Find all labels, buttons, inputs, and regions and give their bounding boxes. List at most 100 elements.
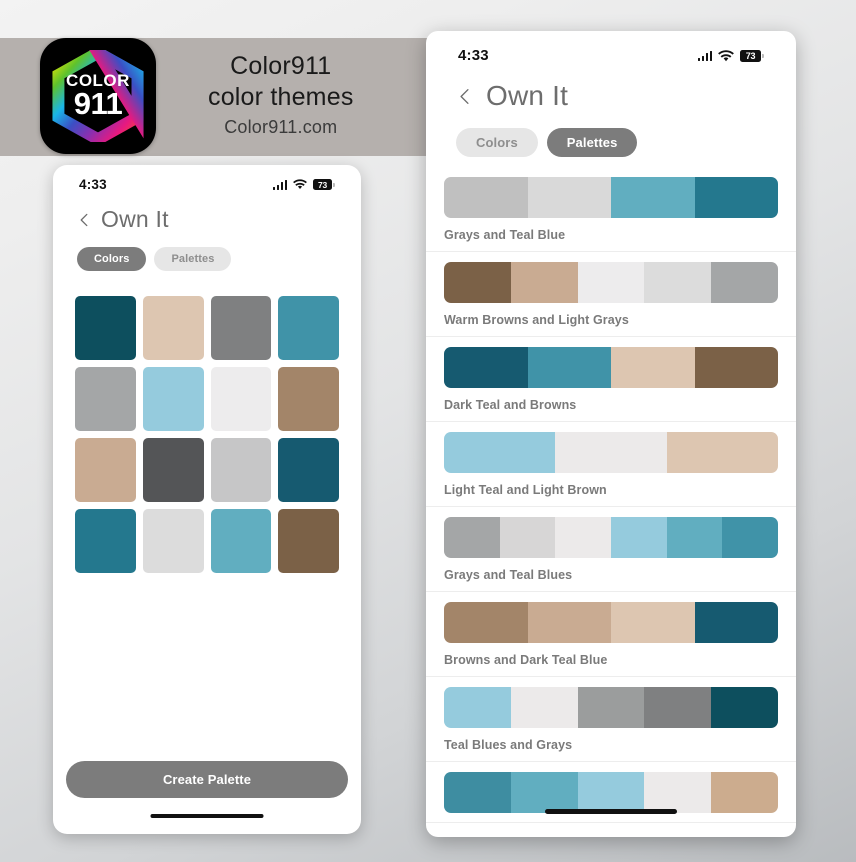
palette-strip[interactable] — [444, 432, 778, 473]
battery-icon: 73 — [313, 179, 335, 190]
palette-color-segment — [444, 687, 511, 728]
palette-color-segment — [527, 602, 611, 643]
home-indicator — [150, 813, 264, 818]
palette-label: Warm Browns and Light Grays — [444, 313, 629, 327]
cellular-signal-icon — [697, 50, 712, 61]
battery-icon: 73 — [740, 49, 764, 62]
tab-palettes[interactable]: Palettes — [154, 247, 232, 271]
chevron-left-icon[interactable] — [77, 213, 91, 227]
color-swatch[interactable] — [75, 438, 136, 502]
palette-color-segment — [722, 517, 778, 558]
palette-strip[interactable] — [444, 602, 778, 643]
banner-subtitle: color themes — [208, 82, 354, 111]
palette-row[interactable]: Grays and Teal Blues — [426, 507, 796, 592]
palette-color-segment — [510, 262, 578, 303]
tab-palettes[interactable]: Palettes — [546, 128, 638, 157]
palette-label: Teal Blues and Grays — [444, 738, 573, 752]
cellular-signal-icon — [272, 179, 287, 190]
color-swatch[interactable] — [142, 438, 204, 502]
palette-color-segment — [444, 602, 528, 643]
palette-strip[interactable] — [444, 347, 778, 388]
palette-strip[interactable] — [444, 177, 778, 218]
palette-strip[interactable] — [444, 687, 778, 728]
color-swatch[interactable] — [278, 367, 339, 431]
palette-color-segment — [444, 347, 528, 388]
color-swatch[interactable] — [75, 296, 136, 360]
palette-color-segment — [711, 687, 778, 728]
palette-color-segment — [555, 517, 612, 558]
create-palette-button[interactable]: Create Palette — [66, 761, 348, 798]
palette-row[interactable]: Dark Teal and Browns — [426, 337, 796, 422]
palette-color-segment — [611, 517, 667, 558]
color-swatch[interactable] — [278, 438, 339, 502]
palette-color-segment — [510, 772, 578, 813]
palette-label: Grays and Teal Blues — [444, 568, 573, 582]
phone-screenshot-colors: 4:33 73 Own It Colors Palettes Create Pa… — [53, 165, 361, 834]
color-swatch[interactable] — [75, 367, 136, 431]
palette-color-segment — [611, 602, 695, 643]
banner-url: Color911.com — [224, 117, 338, 138]
color-swatch[interactable] — [142, 509, 204, 573]
palette-color-segment — [694, 347, 778, 388]
color-swatch[interactable] — [210, 367, 272, 431]
palette-color-segment — [644, 687, 712, 728]
palette-color-segment — [666, 432, 778, 473]
palette-color-segment — [527, 347, 611, 388]
wifi-icon — [293, 179, 307, 190]
palette-color-segment — [577, 687, 645, 728]
palette-color-segment — [711, 262, 778, 303]
palette-color-segment — [444, 772, 511, 813]
palette-color-segment — [555, 432, 667, 473]
palette-color-segment — [644, 262, 712, 303]
palette-label: Light Teal and Light Brown — [444, 483, 607, 497]
palette-row[interactable]: Light Teal and Light Brown — [426, 422, 796, 507]
color-swatch[interactable] — [142, 367, 204, 431]
palette-row[interactable]: Warm Browns and Light Grays — [426, 252, 796, 337]
color-swatch-grid — [53, 271, 361, 573]
battery-level: 73 — [740, 49, 761, 62]
app-icon-line2: 911 — [73, 86, 123, 122]
palette-color-segment — [444, 432, 556, 473]
tab-colors[interactable]: Colors — [456, 128, 538, 157]
status-bar: 4:33 73 — [53, 165, 361, 192]
wifi-icon — [718, 49, 734, 61]
palette-list: Grays and Teal Blue Warm Browns and Light… — [426, 157, 796, 823]
tab-bar: Colors Palettes — [53, 233, 361, 271]
palette-color-segment — [577, 772, 645, 813]
app-icon: COLOR 911 — [40, 38, 156, 154]
phone-screenshot-palettes: 4:33 73 Own It Colors Palettes Grays and… — [426, 31, 796, 837]
palette-color-segment — [666, 517, 723, 558]
palette-color-segment — [694, 177, 778, 218]
battery-level: 73 — [313, 179, 332, 190]
color-swatch[interactable] — [75, 509, 136, 573]
color-swatch[interactable] — [142, 296, 204, 360]
color-swatch[interactable] — [278, 509, 339, 573]
palette-row[interactable]: Teal Blues and Grays — [426, 677, 796, 762]
palette-color-segment — [444, 517, 500, 558]
palette-color-segment — [510, 687, 578, 728]
status-bar: 4:33 73 — [426, 31, 796, 64]
palette-label: Browns and Dark Teal Blue — [444, 653, 608, 667]
color-swatch[interactable] — [278, 296, 339, 360]
palette-row[interactable]: Browns and Dark Teal Blue — [426, 592, 796, 677]
palette-strip[interactable] — [444, 262, 778, 303]
palette-color-segment — [577, 262, 645, 303]
nav-header: Own It — [426, 64, 796, 112]
home-indicator — [545, 809, 677, 814]
palette-row[interactable]: Grays and Teal Blue — [426, 167, 796, 252]
palette-strip[interactable] — [444, 772, 778, 813]
palette-label: Dark Teal and Browns — [444, 398, 577, 412]
palette-color-segment — [499, 517, 556, 558]
palette-color-segment — [444, 177, 528, 218]
color-swatch[interactable] — [210, 509, 272, 573]
nav-header: Own It — [53, 192, 361, 233]
color-swatch[interactable] — [210, 438, 272, 502]
palette-color-segment — [527, 177, 611, 218]
tab-colors[interactable]: Colors — [77, 247, 147, 271]
color-swatch[interactable] — [210, 296, 272, 360]
palette-color-segment — [611, 347, 695, 388]
status-time: 4:33 — [79, 177, 107, 192]
chevron-left-icon[interactable] — [456, 88, 473, 105]
palette-color-segment — [694, 602, 778, 643]
palette-strip[interactable] — [444, 517, 778, 558]
